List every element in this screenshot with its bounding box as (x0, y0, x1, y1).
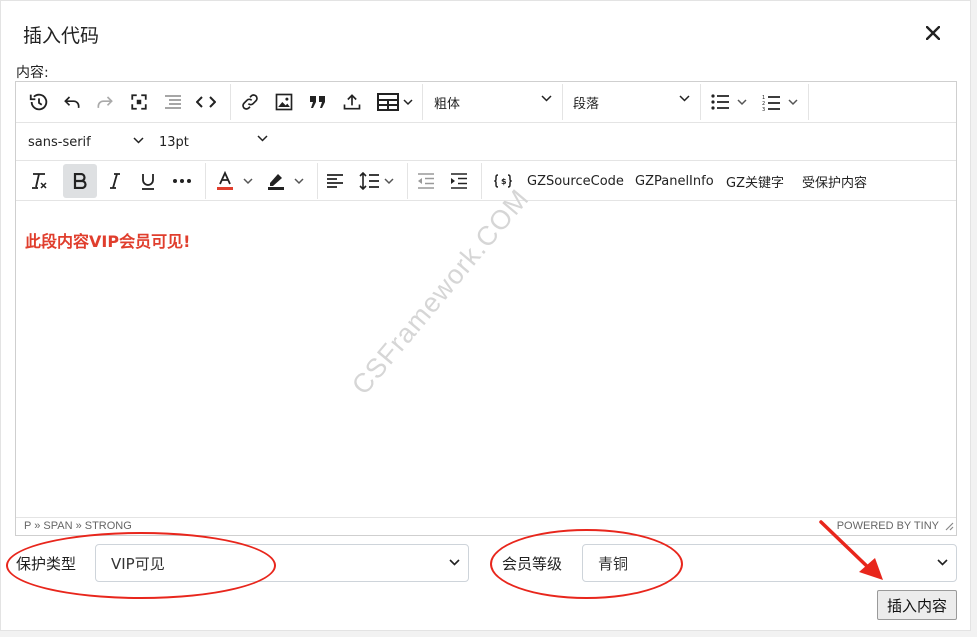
gz-panel-info-button[interactable]: GZPanelInfo (635, 161, 714, 201)
outdent-icon[interactable] (411, 166, 441, 196)
chevron-down-icon (788, 98, 798, 105)
insert-content-button[interactable]: 插入内容 (877, 590, 957, 620)
chevron-down-icon (403, 98, 413, 105)
watermark: CSFramework.COM (346, 183, 535, 401)
rich-text-editor: 粗体 段落 123 sans-serif 13pt $ GZSourceCode… (15, 81, 957, 536)
font-size-select-value: 13pt (159, 134, 189, 150)
editor-content-text[interactable]: 此段内容VIP会员可见! (25, 228, 190, 252)
bullet-list-icon[interactable] (706, 87, 752, 117)
line-height-icon[interactable] (353, 166, 399, 196)
align-left-icon[interactable] (320, 166, 350, 196)
bold-icon[interactable] (63, 164, 97, 198)
highlight-icon[interactable] (261, 166, 309, 196)
fullscreen-icon[interactable] (124, 87, 154, 117)
annotation-ellipse-member-level (490, 529, 683, 599)
clear-format-icon[interactable] (24, 166, 54, 196)
editor-content-area[interactable]: 此段内容VIP会员可见! CSFramework.COM (16, 183, 956, 517)
annotation-arrow-icon (819, 520, 883, 580)
chevron-down-icon (294, 177, 304, 184)
close-icon[interactable] (921, 21, 945, 45)
block-format-select-value: 段落 (573, 96, 600, 112)
toolbar-row-2: sans-serif 13pt (16, 123, 956, 161)
quote-icon[interactable] (303, 87, 333, 117)
chevron-down-icon (383, 177, 394, 184)
history-icon[interactable] (24, 87, 54, 117)
protected-content-button[interactable]: 受保护内容 (802, 161, 867, 201)
font-family-select[interactable]: sans-serif (16, 123, 154, 161)
block-format-select[interactable]: 段落 (563, 82, 700, 122)
toolbar-row-3: $ GZSourceCode GZPanelInfo GZ关键字 受保护内容 (16, 161, 956, 201)
underline-icon[interactable] (133, 166, 163, 196)
font-weight-select-value: 粗体 (434, 96, 461, 112)
table-icon[interactable] (371, 87, 419, 117)
chevron-down-icon (133, 137, 144, 144)
content-label: 内容: (16, 65, 49, 81)
code-icon[interactable] (191, 87, 221, 117)
annotation-ellipse-protect-type (6, 532, 276, 599)
numbered-list-icon[interactable]: 123 (756, 87, 804, 117)
gz-source-code-button[interactable]: GZSourceCode (527, 161, 624, 201)
upload-icon[interactable] (337, 87, 367, 117)
indent-list-icon[interactable] (158, 87, 188, 117)
gz-keyword-button[interactable]: GZ关键字 (726, 161, 784, 201)
indent-icon[interactable] (444, 166, 474, 196)
text-color-icon[interactable] (210, 166, 258, 196)
chevron-down-icon (541, 95, 552, 102)
italic-icon[interactable] (100, 166, 130, 196)
element-path[interactable]: P » SPAN » STRONG (24, 520, 132, 532)
chevron-down-icon (737, 98, 747, 105)
link-icon[interactable] (235, 87, 265, 117)
chevron-down-icon (679, 95, 690, 102)
insert-code-dialog: 插入代码 内容: 粗体 段落 1 2 3 sans-serif 13pt $ G… (0, 0, 971, 631)
redo-icon[interactable] (90, 87, 120, 117)
font-weight-select[interactable]: 粗体 (424, 82, 562, 122)
dialog-title: 插入代码 (23, 25, 100, 47)
more-icon[interactable] (167, 166, 197, 196)
chevron-down-icon (449, 559, 460, 566)
chevron-down-icon (937, 559, 948, 566)
toolbar-row-1: 粗体 段落 123 (16, 82, 956, 123)
image-icon[interactable] (269, 87, 299, 117)
svg-text:3: 3 (762, 107, 765, 111)
chevron-down-icon (257, 135, 268, 142)
font-family-select-value: sans-serif (28, 134, 91, 150)
undo-icon[interactable] (57, 87, 87, 117)
resize-handle-icon[interactable] (945, 522, 954, 531)
chevron-down-icon (243, 177, 253, 184)
svg-text:$: $ (501, 177, 507, 186)
font-size-select[interactable]: 13pt (154, 123, 278, 161)
